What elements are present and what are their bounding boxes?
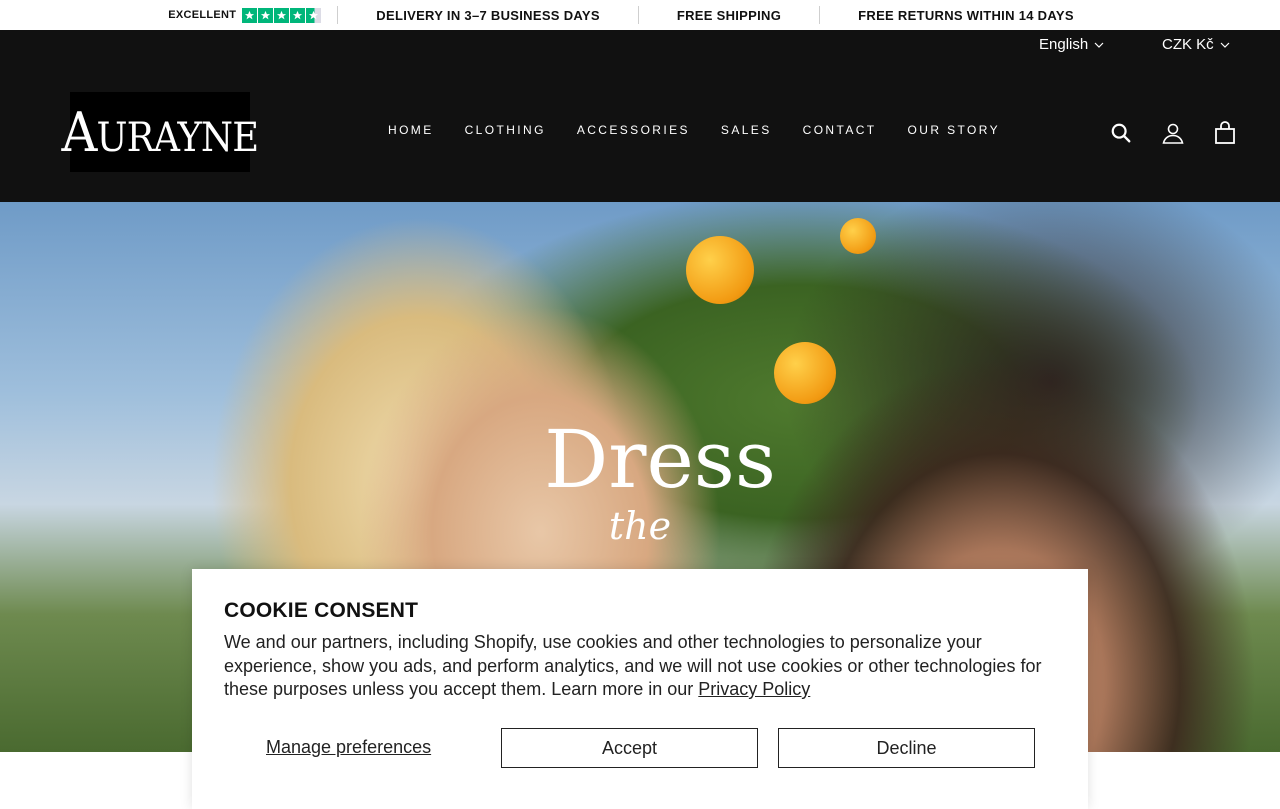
trustpilot-stars (242, 7, 322, 23)
hero-title-line2: the (608, 504, 672, 548)
star-icon (274, 7, 290, 23)
accept-button[interactable]: Accept (501, 728, 758, 768)
search-icon[interactable] (1108, 120, 1134, 146)
language-selector[interactable]: English (1039, 36, 1104, 53)
nav-sales[interactable]: SALES (721, 123, 772, 137)
header-icons (1108, 120, 1238, 146)
nav-home[interactable]: HOME (388, 123, 434, 137)
main-nav: HOME CLOTHING ACCESSORIES SALES CONTACT … (388, 123, 1000, 137)
half-star-icon (306, 7, 322, 23)
hero-title: Dress the (0, 413, 1280, 548)
star-icon (290, 7, 306, 23)
cookie-actions: Manage preferences Accept Decline (224, 728, 1036, 768)
language-label: English (1039, 36, 1089, 53)
cookie-title: COOKIE CONSENT (224, 599, 419, 622)
logo-text: AURAYNE (61, 100, 260, 164)
announcement-returns: FREE RETURNS WITHIN 14 DAYS (819, 6, 1112, 24)
star-icon (258, 7, 274, 23)
orange-decoration (686, 236, 754, 304)
announcement-delivery: DELIVERY IN 3–7 BUSINESS DAYS (337, 6, 638, 24)
decline-button[interactable]: Decline (778, 728, 1035, 768)
nav-accessories[interactable]: ACCESSORIES (577, 123, 690, 137)
announcement-bar: EXCELLENT DELIVERY IN 3–7 BUSINESS DAYS … (0, 0, 1280, 30)
nav-contact[interactable]: CONTACT (803, 123, 877, 137)
hero-title-line1: Dress (544, 413, 776, 506)
trustpilot-label: EXCELLENT (168, 9, 237, 21)
manage-preferences-button[interactable]: Manage preferences (266, 737, 431, 758)
account-icon[interactable] (1160, 120, 1186, 146)
cookie-body: We and our partners, including Shopify, … (224, 631, 1056, 702)
nav-our-story[interactable]: OUR STORY (908, 123, 1001, 137)
orange-decoration (840, 218, 876, 254)
trustpilot-badge[interactable]: EXCELLENT (168, 6, 337, 24)
announcement-shipping: FREE SHIPPING (637, 6, 819, 24)
privacy-policy-link[interactable]: Privacy Policy (698, 679, 810, 699)
currency-selector[interactable]: CZK Kč (1162, 36, 1230, 53)
currency-label: CZK Kč (1162, 36, 1214, 53)
site-logo[interactable]: AURAYNE (62, 92, 259, 172)
nav-clothing[interactable]: CLOTHING (465, 123, 546, 137)
chevron-down-icon (1094, 42, 1104, 48)
cookie-body-text: We and our partners, including Shopify, … (224, 632, 1042, 699)
site-header: English CZK Kč AURAYNE HOME CLOTHING ACC… (0, 30, 1280, 202)
cart-icon[interactable] (1212, 120, 1238, 146)
chevron-down-icon (1220, 42, 1230, 48)
orange-decoration (774, 342, 836, 404)
star-icon (242, 7, 258, 23)
cookie-consent-dialog: COOKIE CONSENT We and our partners, incl… (192, 569, 1088, 809)
